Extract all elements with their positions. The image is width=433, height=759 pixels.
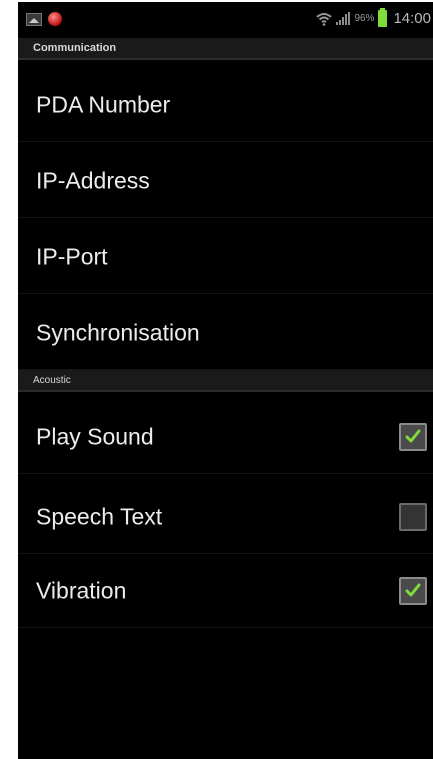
section-header-label: Communication <box>33 42 117 54</box>
battery-icon <box>378 8 388 27</box>
pref-item-label: Speech Text <box>36 503 163 529</box>
wifi-icon <box>316 12 333 26</box>
status-bar: 96% 14:00 <box>18 2 433 40</box>
pref-item-label: Play Sound <box>36 423 154 449</box>
image-icon <box>26 12 42 26</box>
app-red-icon <box>48 12 62 26</box>
status-bar-right: 96% 14:00 <box>316 8 431 27</box>
pref-item-label: PDA Number <box>36 91 171 117</box>
speech-text-checkbox[interactable] <box>399 502 427 531</box>
section-header-label: Acoustic <box>33 375 71 386</box>
section-header-acoustic: Acoustic <box>18 370 433 392</box>
section-header-communication: Communication <box>18 38 433 60</box>
play-sound-checkbox[interactable] <box>399 422 427 451</box>
pref-item-label: IP-Port <box>36 243 108 269</box>
checkmark-icon <box>405 583 421 596</box>
status-bar-left <box>26 12 62 26</box>
battery-percent: 96% <box>354 13 375 24</box>
pref-item-pda-number[interactable]: PDA Number <box>18 68 433 142</box>
checkmark-icon <box>405 429 421 442</box>
pref-item-ip-port[interactable]: IP-Port <box>18 220 433 294</box>
vibration-checkbox[interactable] <box>399 576 427 605</box>
pref-item-play-sound[interactable]: Play Sound <box>18 400 433 474</box>
clock: 14:00 <box>393 10 431 27</box>
pref-item-label: IP-Address <box>36 167 150 193</box>
pref-item-ip-address[interactable]: IP-Address <box>18 144 433 218</box>
pref-item-vibration[interactable]: Vibration <box>18 554 433 628</box>
pref-item-speech-text[interactable]: Speech Text <box>18 480 433 554</box>
signal-icon <box>336 12 351 25</box>
pref-item-synchronisation[interactable]: Synchronisation <box>18 296 433 370</box>
pref-item-label: Synchronisation <box>36 319 200 345</box>
settings-screen: 96% 14:00 Communication PDA Number IP-Ad… <box>18 2 433 759</box>
pref-item-label: Vibration <box>36 577 127 603</box>
